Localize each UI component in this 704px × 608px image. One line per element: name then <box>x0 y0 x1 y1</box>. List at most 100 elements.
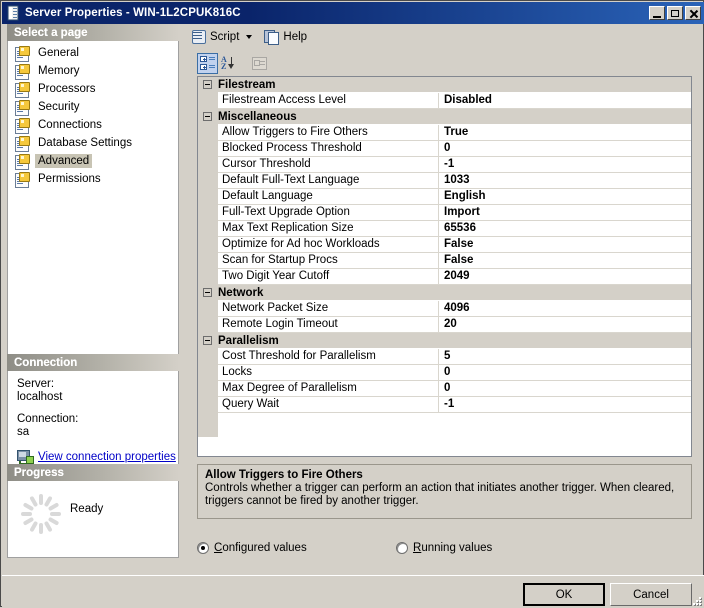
view-connection-properties-row[interactable]: View connection properties <box>17 450 178 465</box>
property-row[interactable]: Network Packet Size 4096 <box>198 300 691 317</box>
sidebar-item-advanced[interactable]: Advanced <box>8 152 178 170</box>
property-row[interactable]: Cursor Threshold -1 <box>198 156 691 173</box>
row-gutter <box>198 380 218 397</box>
property-category-row[interactable]: Filestream <box>198 77 691 93</box>
property-category-row[interactable]: Network <box>198 285 691 301</box>
property-value[interactable]: 20 <box>439 317 691 333</box>
property-row[interactable]: Locks 0 <box>198 364 691 381</box>
sidebar-item-database-settings[interactable]: Database Settings <box>8 134 178 152</box>
dialog-footer: OK Cancel <box>2 575 704 608</box>
sidebar-item-label: Processors <box>38 83 96 95</box>
property-value[interactable]: False <box>439 237 691 253</box>
radio-button-icon[interactable] <box>396 542 408 554</box>
category-label: Network <box>218 286 264 299</box>
property-row[interactable]: Max Degree of Parallelism 0 <box>198 380 691 397</box>
property-value[interactable]: 65536 <box>439 221 691 237</box>
property-value[interactable]: 5 <box>439 349 691 365</box>
property-pages-icon <box>252 56 267 70</box>
property-value[interactable]: Disabled <box>439 93 691 109</box>
property-value[interactable]: False <box>439 253 691 269</box>
categorized-view-button[interactable] <box>197 52 218 74</box>
row-gutter <box>198 204 218 221</box>
property-row[interactable]: Max Text Replication Size 65536 <box>198 220 691 237</box>
view-connection-properties-link[interactable]: View connection properties <box>38 451 176 463</box>
property-row[interactable]: Cost Threshold for Parallelism 5 <box>198 348 691 365</box>
alphabetical-sort-button[interactable]: AZ <box>218 53 239 74</box>
property-name: Two Digit Year Cutoff <box>218 268 439 285</box>
radio-configured-values[interactable]: Configured values <box>197 542 307 554</box>
close-button[interactable] <box>685 6 701 20</box>
left-pane: Select a page General Memory Processors <box>2 24 184 575</box>
property-value[interactable]: -1 <box>439 397 691 413</box>
property-value[interactable]: Import <box>439 205 691 221</box>
sidebar-item-permissions[interactable]: Permissions <box>8 170 178 188</box>
progress-status: Ready <box>70 503 104 515</box>
sidebar-item-general[interactable]: General <box>8 44 178 62</box>
collapse-toggle-icon[interactable] <box>203 112 212 121</box>
property-row[interactable]: Blocked Process Threshold 0 <box>198 140 691 157</box>
property-row[interactable]: Two Digit Year Cutoff 2049 <box>198 268 691 285</box>
connection-panel: Connection Server: localhost Connection:… <box>7 354 179 474</box>
property-name: Filestream Access Level <box>218 92 439 109</box>
server-properties-dialog: Server Properties - WIN-1L2CPUK816C Sele… <box>0 0 704 608</box>
property-grid[interactable]: Filestream Filestream Access Level Disab… <box>197 76 692 457</box>
property-row[interactable]: Default Language English <box>198 188 691 205</box>
property-row[interactable]: Default Full-Text Language 1033 <box>198 172 691 189</box>
property-value[interactable]: True <box>439 125 691 141</box>
radio-running-values[interactable]: Running values <box>396 542 492 554</box>
property-name: Max Text Replication Size <box>218 220 439 237</box>
category-label: Filestream <box>218 78 276 91</box>
ok-button[interactable]: OK <box>523 583 605 606</box>
property-row[interactable]: Scan for Startup Procs False <box>198 252 691 269</box>
radio-configured-values-label: Configured values <box>214 542 307 554</box>
property-value[interactable]: 4096 <box>439 301 691 317</box>
cancel-button[interactable]: Cancel <box>610 583 692 606</box>
row-gutter <box>198 156 218 173</box>
progress-panel: Progress Ready <box>7 464 179 558</box>
minimize-button[interactable] <box>649 6 665 20</box>
property-value[interactable]: 1033 <box>439 173 691 189</box>
property-row[interactable]: Allow Triggers to Fire Others True <box>198 124 691 141</box>
resize-grip[interactable] <box>690 594 702 606</box>
collapse-toggle-icon[interactable] <box>203 336 212 345</box>
sidebar-item-label: Connections <box>38 119 102 131</box>
property-value[interactable]: -1 <box>439 157 691 173</box>
sidebar-item-memory[interactable]: Memory <box>8 62 178 80</box>
right-pane: Script Help AZ Filestream Filestream Acc… <box>184 24 704 575</box>
property-category-row[interactable]: Parallelism <box>198 333 691 349</box>
window-title: Server Properties - WIN-1L2CPUK816C <box>25 7 241 19</box>
script-icon <box>191 29 206 44</box>
row-gutter <box>198 413 218 437</box>
property-name: Network Packet Size <box>218 300 439 317</box>
page-icon <box>14 63 30 80</box>
property-value[interactable]: 2049 <box>439 269 691 285</box>
property-category-row[interactable]: Miscellaneous <box>198 109 691 125</box>
property-row[interactable]: Full-Text Upgrade Option Import <box>198 204 691 221</box>
sidebar-item-processors[interactable]: Processors <box>8 80 178 98</box>
property-value[interactable]: 0 <box>439 141 691 157</box>
radio-button-icon[interactable] <box>197 542 209 554</box>
property-name: Default Full-Text Language <box>218 172 439 189</box>
property-value[interactable]: 0 <box>439 365 691 381</box>
property-row[interactable]: Filestream Access Level Disabled <box>198 92 691 109</box>
sidebar-item-security[interactable]: Security <box>8 98 178 116</box>
property-value[interactable]: 0 <box>439 381 691 397</box>
help-button[interactable]: Help <box>261 27 312 46</box>
help-icon <box>264 29 280 45</box>
property-row[interactable]: Optimize for Ad hoc Workloads False <box>198 236 691 253</box>
script-button[interactable]: Script <box>188 27 257 46</box>
property-row[interactable]: Remote Login Timeout 20 <box>198 316 691 333</box>
chevron-down-icon[interactable] <box>246 34 253 39</box>
progress-header: Progress <box>7 464 179 481</box>
property-value[interactable]: English <box>439 189 691 205</box>
sidebar-item-connections[interactable]: Connections <box>8 116 178 134</box>
script-button-label: Script <box>210 30 240 43</box>
row-gutter <box>198 268 218 285</box>
collapse-toggle-icon[interactable] <box>203 80 212 89</box>
maximize-button[interactable] <box>667 6 683 20</box>
category-label: Parallelism <box>218 334 279 347</box>
collapse-toggle-icon[interactable] <box>203 288 212 297</box>
row-gutter <box>198 316 218 333</box>
categorized-view-icon <box>200 56 215 70</box>
property-row[interactable]: Query Wait -1 <box>198 396 691 413</box>
